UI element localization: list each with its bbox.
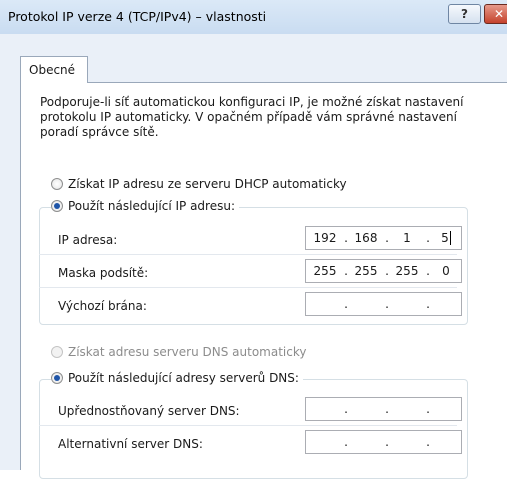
default-gateway-label: Výchozí brána:	[58, 299, 147, 313]
ip-auto-radio[interactable]	[51, 178, 63, 190]
octet-dot: .	[344, 231, 348, 245]
dns-manual-option[interactable]: Použít následující adresy serverů DNS:	[51, 371, 303, 385]
close-icon: ✕	[493, 7, 505, 21]
octet: 255	[395, 264, 419, 278]
ip-address-label: IP adresa:	[58, 233, 118, 247]
octet-dot: .	[426, 297, 430, 311]
ip-manual-label: Použít následující IP adresu:	[68, 199, 235, 213]
default-gateway-row: Výchozí brána: . . .	[58, 292, 462, 320]
octet: 255	[313, 264, 337, 278]
octet: 5	[441, 231, 451, 245]
dns-auto-option[interactable]: Získat adresu serveru DNS automaticky	[51, 345, 306, 359]
octet-dot: .	[385, 435, 389, 449]
octet-dot: .	[385, 231, 389, 245]
preferred-dns-label: Upřednostňovaný server DNS:	[58, 404, 240, 418]
octet-dot: .	[426, 435, 430, 449]
window-title: Protokol IP verze 4 (TCP/IPv4) – vlastno…	[8, 9, 267, 24]
octet: 255	[354, 264, 378, 278]
default-gateway-input[interactable]: . . .	[305, 292, 462, 316]
alternate-dns-row: Alternativní server DNS: . . .	[58, 430, 462, 458]
preferred-dns-row: Upřednostňovaný server DNS: . . .	[58, 397, 462, 425]
tab-label: Obecné	[29, 63, 76, 77]
help-button[interactable]: ?	[448, 4, 481, 24]
octet: 1	[403, 231, 411, 245]
octet-dot: .	[385, 402, 389, 416]
octet-dot: .	[344, 435, 348, 449]
ip-auto-option[interactable]: Získat IP adresu ze serveru DHCP automat…	[51, 177, 347, 191]
dns-manual-label: Použít následující adresy serverů DNS:	[68, 371, 299, 385]
ip-auto-label: Získat IP adresu ze serveru DHCP automat…	[68, 177, 347, 191]
octet: 192	[313, 231, 337, 245]
ip-manual-option[interactable]: Použít následující IP adresu:	[51, 199, 239, 213]
dns-auto-radio[interactable]	[51, 346, 63, 358]
ip-address-input[interactable]: 192 . 168 . 1 . 5	[305, 226, 462, 250]
row-divider	[39, 425, 457, 426]
octet: 168	[354, 231, 378, 245]
octet-dot: .	[426, 402, 430, 416]
dns-manual-group	[39, 379, 468, 479]
octet-dot: .	[385, 297, 389, 311]
preferred-dns-input[interactable]: . . .	[305, 397, 462, 421]
help-icon: ?	[461, 7, 468, 21]
subnet-mask-input[interactable]: 255 . 255 . 255 . 0	[305, 259, 462, 283]
octet-dot: .	[344, 402, 348, 416]
row-divider	[39, 254, 457, 255]
dns-auto-label: Získat adresu serveru DNS automaticky	[68, 345, 307, 359]
subnet-mask-label: Maska podsítě:	[58, 266, 149, 280]
description-text: Podporuje-li síť automatickou konfigurac…	[40, 95, 464, 139]
octet-dot: .	[344, 264, 348, 278]
octet-dot: .	[344, 297, 348, 311]
close-button[interactable]: ✕	[484, 4, 507, 24]
alternate-dns-label: Alternativní server DNS:	[58, 437, 203, 451]
title-bar: Protokol IP verze 4 (TCP/IPv4) – vlastno…	[0, 0, 507, 34]
dns-manual-radio[interactable]	[51, 372, 63, 384]
alternate-dns-input[interactable]: . . .	[305, 430, 462, 454]
octet-dot: .	[385, 264, 389, 278]
ip-manual-radio[interactable]	[51, 200, 63, 212]
row-divider	[39, 287, 457, 288]
ip-address-row: IP adresa: 192 . 168 . 1 . 5	[58, 226, 462, 254]
subnet-mask-row: Maska podsítě: 255 . 255 . 255 . 0	[58, 259, 462, 287]
octet: 0	[442, 264, 450, 278]
tab-general[interactable]: Obecné	[20, 56, 88, 83]
